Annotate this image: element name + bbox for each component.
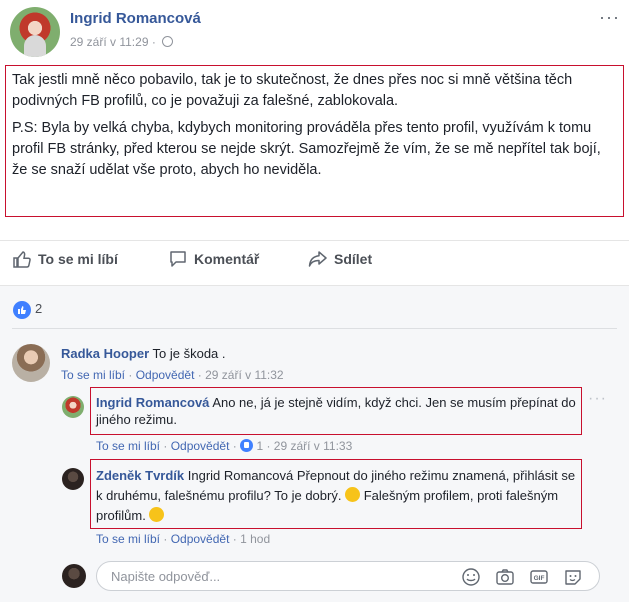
reply-input[interactable]: Napište odpověď... GIF [96, 561, 600, 591]
post-paragraph-1: Tak jestli mně něco pobavilo, tak je to … [12, 72, 573, 109]
comment-like-link[interactable]: To se mi líbí [61, 368, 125, 382]
thumbs-up-icon [18, 306, 26, 314]
camera-icon[interactable] [495, 567, 515, 587]
comment-author[interactable]: Ingrid Romancová [96, 395, 209, 410]
avatar[interactable] [62, 468, 84, 490]
post-text: Tak jestli mně něco pobavilo, tak je to … [5, 65, 624, 217]
share-icon [308, 251, 327, 267]
more-options-icon[interactable]: ··· [599, 7, 620, 28]
divider [12, 328, 617, 329]
like-button[interactable]: To se mi líbí [12, 249, 118, 269]
comment-text: Zdeněk Tvrdík Ingrid Romancová Přepnout … [96, 466, 580, 526]
comment-icon [170, 251, 186, 267]
comment-like-link[interactable]: To se mi líbí [96, 532, 160, 546]
emoji-icon[interactable] [461, 567, 481, 587]
comment-reply-link[interactable]: Odpovědět [171, 439, 230, 453]
comment-like-link[interactable]: To se mi líbí [96, 439, 160, 453]
reaction-count[interactable]: 2 [35, 301, 42, 316]
avatar [62, 564, 86, 588]
comment-time[interactable]: · 29 září v 11:32 [194, 368, 284, 382]
like-reaction-icon[interactable] [240, 439, 254, 452]
comment-reply-link[interactable]: Odpovědět [171, 532, 230, 546]
avatar[interactable] [10, 7, 60, 57]
laughing-emoji-icon [345, 487, 361, 502]
like-label: To se mi líbí [38, 251, 118, 267]
comment-author[interactable]: Radka Hooper [61, 346, 149, 361]
comment-time[interactable]: · 29 září v 11:33 [263, 439, 352, 453]
comment-author[interactable]: Zdeněk Tvrdík [96, 468, 184, 483]
comments-section: 2 Radka Hooper To je škoda . To se mi lí… [0, 285, 629, 602]
gif-icon[interactable]: GIF [529, 567, 549, 587]
post-timestamp[interactable]: 29 září v 11:29 · [70, 35, 174, 49]
globe-icon [162, 36, 174, 47]
laughing-emoji-icon [149, 507, 165, 522]
comment-body: To je škoda . [149, 346, 226, 361]
share-button[interactable]: Sdílet [308, 249, 372, 269]
sticker-icon[interactable] [563, 567, 583, 587]
post-paragraph-2: P.S: Byla by velká chyba, kdybych monito… [12, 120, 601, 178]
reply-placeholder[interactable]: Napište odpověď... [111, 569, 220, 584]
thumbs-up-icon [13, 251, 31, 268]
svg-text:GIF: GIF [534, 575, 545, 582]
comment-text: Ingrid Romancová Ano ne, já je stejně vi… [96, 394, 580, 428]
comment-label: Komentář [194, 251, 260, 267]
comment-actions: To se mi líbí · Odpovědět · 1 hod [96, 532, 271, 546]
avatar[interactable] [12, 344, 50, 382]
comment-actions: To se mi líbí · Odpovědět · 29 září v 11… [61, 368, 284, 382]
comment-time[interactable]: · 1 hod [229, 532, 270, 546]
more-options-icon[interactable]: ··· [588, 390, 627, 408]
post-author[interactable]: Ingrid Romancová [70, 10, 201, 27]
timestamp-text[interactable]: 29 září v 11:29 · [70, 35, 156, 49]
comment-button[interactable]: Komentář [168, 249, 259, 269]
avatar[interactable] [62, 396, 84, 418]
comment-reply-link[interactable]: Odpovědět [136, 368, 195, 382]
post-header: Ingrid Romancová 29 září v 11:29 · ··· [10, 7, 622, 57]
comment-actions: To se mi líbí · Odpovědět · 1 · 29 září … [96, 439, 353, 453]
share-label: Sdílet [334, 251, 373, 267]
post-actions: To se mi líbí Komentář Sdílet [0, 240, 629, 276]
comment-text: Radka Hooper To je škoda . [61, 345, 601, 362]
like-reaction-icon[interactable] [13, 301, 31, 319]
